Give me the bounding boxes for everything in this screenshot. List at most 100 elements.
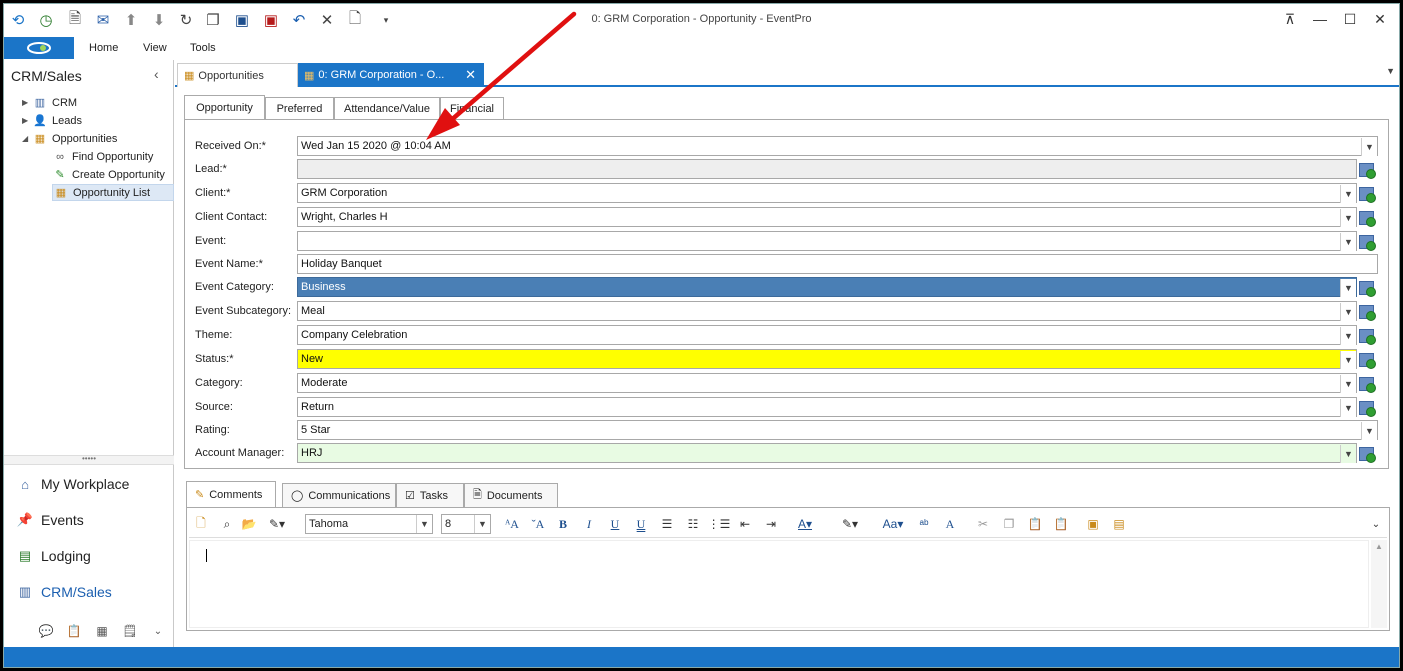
panel-splitter[interactable]: ••••• — [4, 455, 174, 465]
format-painter-icon[interactable]: ✎▾ — [265, 514, 289, 534]
menu-tools[interactable]: Tools — [190, 42, 216, 54]
bold-icon[interactable]: B — [555, 514, 571, 534]
calculator-icon[interactable]: ▦ — [94, 623, 110, 639]
chevron-down-icon[interactable]: ▼ — [1340, 233, 1356, 251]
cut-icon[interactable]: ✂ — [975, 514, 991, 534]
expand-icon[interactable]: ▶ — [22, 116, 32, 125]
paste-icon[interactable]: 📋 — [1027, 514, 1043, 534]
font-dialog-icon[interactable]: A — [941, 514, 959, 534]
expand-icon[interactable]: ▶ — [22, 98, 32, 107]
toolbar-overflow-icon[interactable]: ⌄ — [1369, 514, 1383, 534]
edit-lookup-icon[interactable] — [1357, 302, 1376, 321]
font-family-select[interactable]: Tahoma ▼ — [305, 514, 433, 534]
collapse-panel-icon[interactable]: ‹ — [154, 66, 159, 82]
nav-my-workplace[interactable]: ⌂ My Workplace — [16, 476, 129, 492]
nav-lodging[interactable]: ▤ Lodging — [16, 548, 91, 564]
app-logo-button[interactable] — [4, 37, 74, 59]
tree-item-create-opportunity[interactable]: ✎ Create Opportunity — [52, 166, 165, 183]
lead-field[interactable] — [297, 159, 1357, 179]
tree-item-leads[interactable]: ▶ 👤 Leads — [22, 112, 82, 129]
clipboard-icon[interactable]: 📋 — [66, 623, 82, 639]
rating-select[interactable]: 5 Star ▼ — [297, 420, 1378, 440]
decrease-indent-icon[interactable]: ⇤ — [737, 514, 753, 534]
category-select[interactable]: Moderate ▼ — [297, 373, 1357, 393]
chevron-down-icon[interactable]: ▼ — [1340, 279, 1356, 297]
font-size-select[interactable]: 8 ▼ — [441, 514, 491, 534]
numbered-list-icon[interactable]: ☷ — [685, 514, 701, 534]
tree-item-opportunity-list[interactable]: ▦ Opportunity List — [52, 184, 174, 201]
maximize-button[interactable]: ☐ — [1337, 8, 1363, 30]
multilevel-list-icon[interactable]: ⋮☰ — [708, 514, 731, 534]
chevron-down-icon[interactable]: ▼ — [1340, 351, 1356, 369]
chevron-down-icon[interactable]: ▼ — [1340, 185, 1356, 203]
event-select[interactable]: ▼ — [297, 231, 1357, 251]
open-folder-icon[interactable]: 📂 — [241, 514, 257, 534]
grow-font-icon[interactable]: ᴬA — [503, 514, 521, 534]
close-window-button[interactable]: ✕ — [1367, 8, 1393, 30]
tab-preferred[interactable]: Preferred — [265, 97, 334, 119]
new-document-icon[interactable]: 🗋 — [193, 514, 209, 534]
clear-format-icon[interactable]: ᵃᵇ — [915, 514, 933, 534]
change-case-icon[interactable]: Aa▾ — [879, 514, 907, 534]
tree-item-find-opportunity[interactable]: ∞ Find Opportunity — [52, 148, 153, 165]
event-name-input[interactable]: Holiday Banquet — [297, 254, 1378, 274]
chevron-down-icon[interactable]: ▼ — [1340, 399, 1356, 417]
chevron-down-icon[interactable]: ⌄ — [150, 623, 166, 639]
find-icon[interactable]: ⌕ — [219, 514, 235, 534]
tab-comments[interactable]: ✎ Comments — [186, 481, 276, 507]
account-manager-select[interactable]: HRJ ▼ — [297, 443, 1357, 463]
close-tab-icon[interactable]: ✕ — [465, 67, 476, 83]
chevron-down-icon[interactable]: ▼ — [1340, 375, 1356, 393]
event-subcategory-select[interactable]: Meal ▼ — [297, 301, 1357, 321]
source-select[interactable]: Return ▼ — [297, 397, 1357, 417]
paste-special-icon[interactable]: 📋 — [1053, 514, 1069, 534]
edit-lookup-icon[interactable] — [1357, 398, 1376, 417]
insert-field-icon[interactable]: ▣ — [1085, 514, 1101, 534]
tab-documents[interactable]: 🗎 Documents — [464, 483, 558, 507]
underline-icon[interactable]: U — [607, 514, 623, 534]
chevron-down-icon[interactable]: ▼ — [1340, 327, 1356, 345]
tree-item-crm[interactable]: ▶ ▥ CRM — [22, 94, 77, 111]
chevron-down-icon[interactable]: ▼ — [1340, 303, 1356, 321]
tab-attendance-value[interactable]: Attendance/Value — [334, 97, 440, 119]
received-on-date-picker[interactable]: Wed Jan 15 2020 @ 10:04 AM ▼ — [297, 136, 1378, 156]
edit-lookup-icon[interactable] — [1357, 326, 1376, 345]
doc-tab-opportunities[interactable]: ▦ Opportunities — [177, 63, 298, 87]
client-contact-select[interactable]: Wright, Charles H ▼ — [297, 207, 1357, 227]
bullet-list-icon[interactable]: ☰ — [659, 514, 675, 534]
chevron-down-icon[interactable]: ▼ — [1340, 445, 1356, 463]
doc-tab-grm-opportunity[interactable]: ▦ 0: GRM Corporation - O... ✕ — [298, 63, 484, 87]
italic-icon[interactable]: I — [581, 514, 597, 534]
chevron-down-icon[interactable]: ▼ — [1361, 422, 1377, 440]
chevron-down-icon[interactable]: ▼ — [474, 515, 490, 533]
chevron-down-icon[interactable]: ▼ — [416, 515, 432, 533]
double-underline-icon[interactable]: U — [633, 514, 649, 534]
tab-opportunity[interactable]: Opportunity — [184, 95, 265, 119]
copy-icon[interactable]: ❐ — [1001, 514, 1017, 534]
shrink-font-icon[interactable]: ˇA — [529, 514, 547, 534]
tab-tasks[interactable]: ☑ Tasks — [396, 483, 464, 507]
edit-lookup-icon[interactable] — [1357, 184, 1376, 203]
nav-events[interactable]: 📌 Events — [16, 512, 84, 528]
edit-lookup-icon[interactable] — [1357, 278, 1376, 297]
edit-lookup-icon[interactable] — [1357, 374, 1376, 393]
minimize-button[interactable]: — — [1307, 8, 1333, 30]
edit-lookup-icon[interactable] — [1357, 232, 1376, 251]
edit-lookup-icon[interactable] — [1357, 208, 1376, 227]
edit-lookup-icon[interactable] — [1357, 160, 1376, 179]
pin-icon[interactable]: ⊼ — [1277, 8, 1303, 30]
tab-financial[interactable]: Financial — [440, 97, 504, 119]
vertical-scrollbar[interactable]: ▲ — [1371, 540, 1387, 628]
spell-check-icon[interactable]: ▤ — [1111, 514, 1127, 534]
edit-lookup-icon[interactable] — [1357, 350, 1376, 369]
status-select[interactable]: New ▼ — [297, 349, 1357, 369]
menu-view[interactable]: View — [143, 42, 167, 54]
tab-list-dropdown-icon[interactable]: ▼ — [1386, 66, 1395, 76]
comments-textarea[interactable] — [189, 540, 1369, 628]
tree-item-opportunities[interactable]: ◢ ▦ Opportunities — [22, 130, 117, 147]
client-select[interactable]: GRM Corporation ▼ — [297, 183, 1357, 203]
notes-icon[interactable]: 🗒 — [122, 623, 138, 639]
font-color-icon[interactable]: A▾ — [793, 514, 817, 534]
highlight-icon[interactable]: ✎▾ — [835, 514, 865, 534]
tab-communications[interactable]: ◯ Communications — [282, 483, 396, 507]
